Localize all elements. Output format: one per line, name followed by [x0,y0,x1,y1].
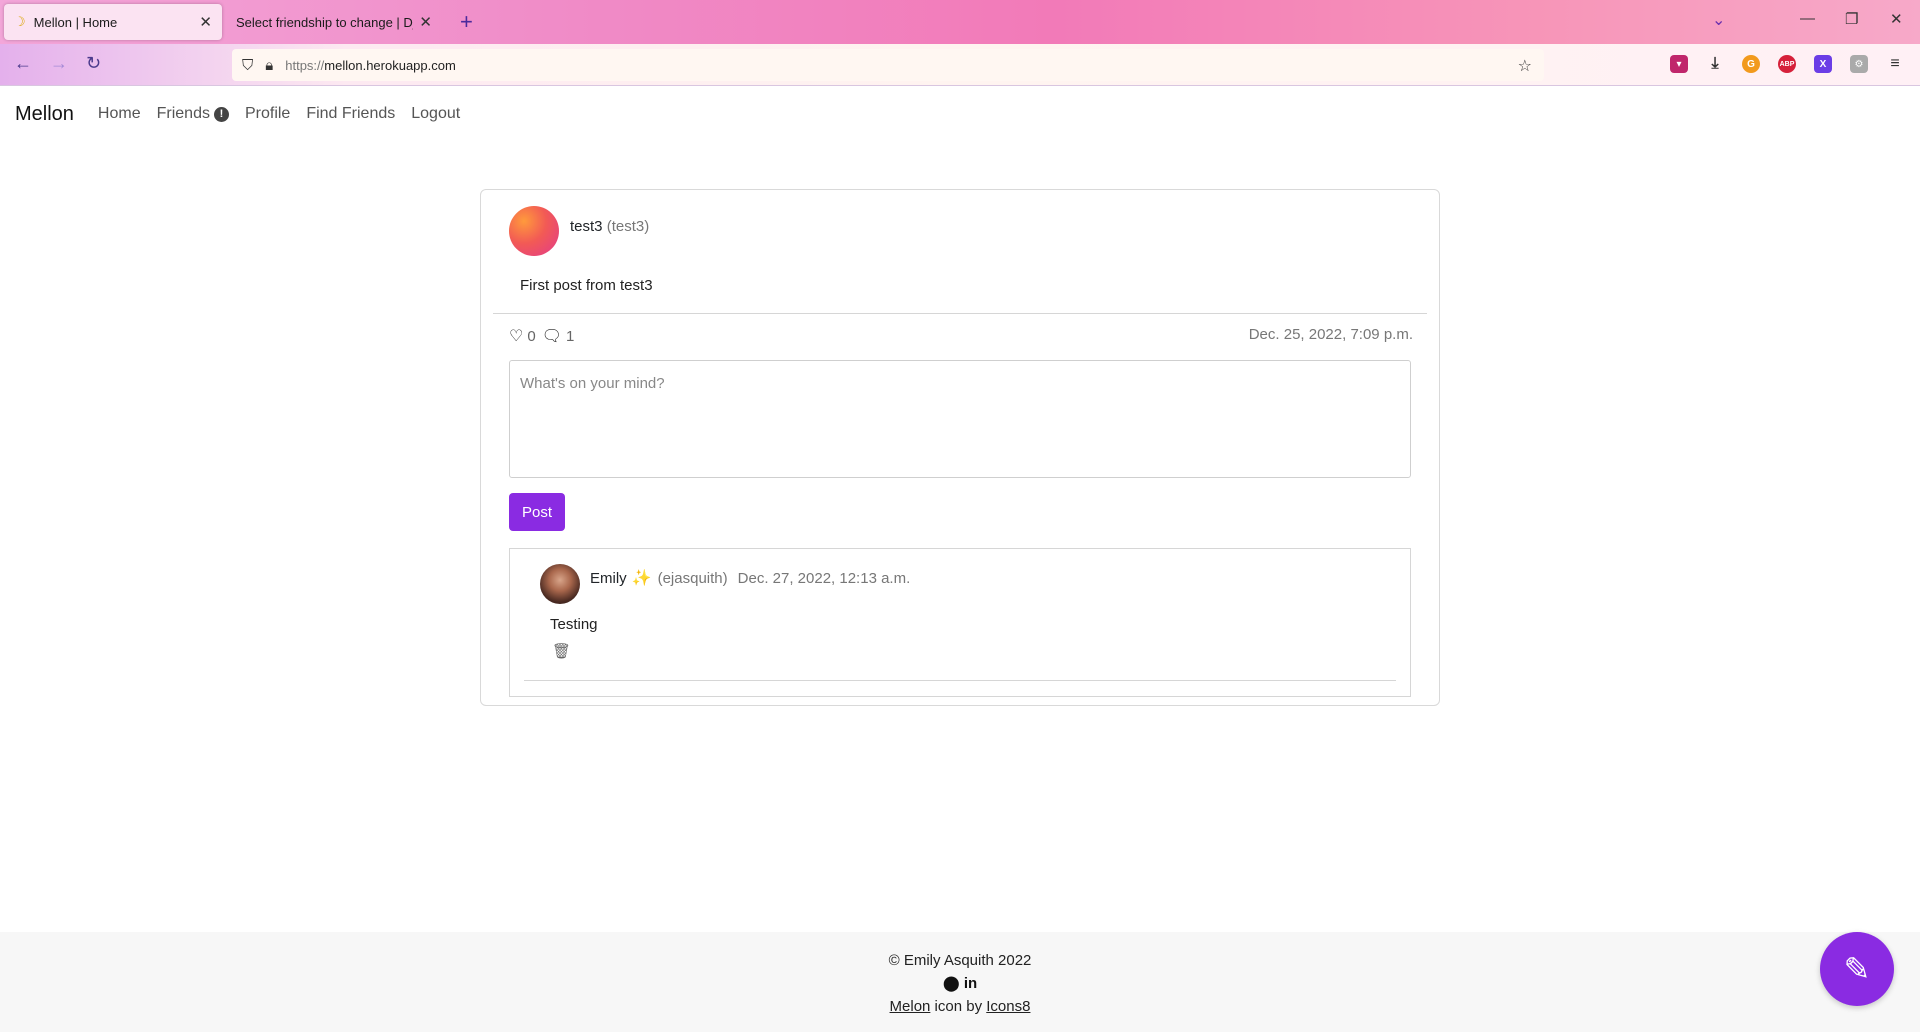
url-text[interactable]: https://mellon.herokuapp.com [285,58,456,73]
browser-toolbar: ← → ↻ ⛉ 🔒︎ https://mellon.herokuapp.com … [0,44,1920,86]
brand-logo[interactable]: Mellon [15,103,74,126]
friend-request-alert-icon: ! [213,106,229,122]
avatar[interactable] [540,564,580,604]
comments-list: Emily ✨ (ejasquith) Dec. 27, 2022, 12:13… [509,548,1411,697]
menu-hamburger-icon[interactable]: ≡ [1886,55,1904,73]
divider [524,680,1396,681]
github-icon[interactable]: ⬤ [943,975,960,992]
divider [493,313,1427,314]
post-author-name: test3 [570,217,603,235]
window-close-icon[interactable]: ✕ [1890,10,1903,28]
melon-credit-link[interactable]: Melon [890,998,931,1015]
post-comment-button[interactable]: Post [509,493,565,531]
site-footer: © Emily Asquith 2022 ⬤ in Melon icon by … [0,932,1920,1032]
nav-find-friends[interactable]: Find Friends [306,105,395,123]
close-tab-icon[interactable]: ✕ [419,13,432,31]
post-author[interactable]: test3 (test3) [570,218,649,235]
nav-links: Home Friends ! Profile Find Friends Logo… [98,105,476,123]
new-post-button[interactable]: ✎ [1820,932,1894,1006]
trash-icon[interactable]: 🗑︎ [552,642,571,660]
reload-icon[interactable]: ↻ [86,53,101,74]
comment-textarea[interactable]: What's on your mind? [509,360,1411,478]
x-extension-icon[interactable]: X [1814,55,1832,73]
icons8-credit-link[interactable]: Icons8 [986,998,1030,1015]
nav-profile[interactable]: Profile [245,105,290,123]
pocket-icon[interactable]: ▾ [1670,55,1688,73]
sparkle-icon: ✨ [631,570,652,587]
minimize-icon[interactable]: — [1800,10,1815,27]
browser-tab-bar: ☽ Mellon | Home ✕ Select friendship to c… [0,0,1920,44]
post-card: test3 (test3) First post from test3 ♡ 0 … [480,189,1440,706]
back-arrow-icon[interactable]: ← [14,53,32,74]
lock-icon[interactable]: 🔒︎ [265,57,273,74]
post-body: First post from test3 [520,277,653,294]
grammar-extension-icon[interactable]: G [1742,55,1760,73]
download-icon[interactable]: ⤓ [1706,55,1724,73]
tab-title: Select friendship to change | Django [236,14,413,30]
nav-friends[interactable]: Friends ! [157,105,229,123]
extensions-icon[interactable]: ⚙ [1850,55,1868,73]
post-header: test3 (test3) [509,206,649,256]
footer-social-links: ⬤ in [0,974,1920,992]
post-timestamp: Dec. 25, 2022, 7:09 p.m. [1248,326,1413,343]
shield-icon[interactable]: ⛉ [242,57,253,74]
comment-author-name[interactable]: Emily [590,570,627,587]
footer-copyright: © Emily Asquith 2022 [888,952,1032,969]
comment-text: Testing [550,616,598,633]
like-count: 0 [527,327,536,345]
nav-friends-label: Friends [156,105,210,122]
heart-icon[interactable]: ♡ [509,326,523,346]
new-tab-icon[interactable]: + [460,9,473,35]
pencil-square-icon: ✎ [1843,951,1871,987]
comment-author-handle: (ejasquith) [657,569,728,587]
restore-icon[interactable]: ❐ [1845,10,1858,28]
tab-mellon-home[interactable]: ☽ Mellon | Home ✕ [4,4,222,40]
url-bar[interactable]: ⛉ 🔒︎ https://mellon.herokuapp.com ☆ [232,49,1544,81]
adblock-icon[interactable]: ABP [1778,55,1796,73]
comment-count: 1 [566,327,575,345]
nav-home[interactable]: Home [98,105,141,123]
bookmark-star-icon[interactable]: ☆ [1518,56,1532,76]
post-stats: ♡ 0 🗨︎ 1 [509,326,580,346]
site-navbar: Mellon Home Friends ! Profile Find Frien… [0,86,1920,142]
tab-django-admin[interactable]: Select friendship to change | Django ✕ [226,4,442,40]
close-tab-icon[interactable]: ✕ [199,13,212,31]
avatar[interactable] [509,206,559,256]
list-tabs-chevron-icon[interactable]: ⌄ [1712,10,1725,30]
footer-credit: Melon icon by Icons8 [0,998,1920,1015]
tab-title: Mellon | Home [33,14,118,30]
post-author-handle: (test3) [606,217,650,235]
credit-text: icon by [930,998,987,1015]
linkedin-icon[interactable]: in [964,975,977,992]
nav-logout[interactable]: Logout [411,105,460,123]
comment-timestamp: Dec. 27, 2022, 12:13 a.m. [737,569,911,587]
forward-arrow-icon[interactable]: → [50,53,68,74]
comment-header: Emily ✨ (ejasquith) Dec. 27, 2022, 12:13… [590,568,910,588]
melon-favicon-icon: ☽ [14,14,26,29]
comment-bubble-icon[interactable]: 🗨︎ [542,326,562,346]
